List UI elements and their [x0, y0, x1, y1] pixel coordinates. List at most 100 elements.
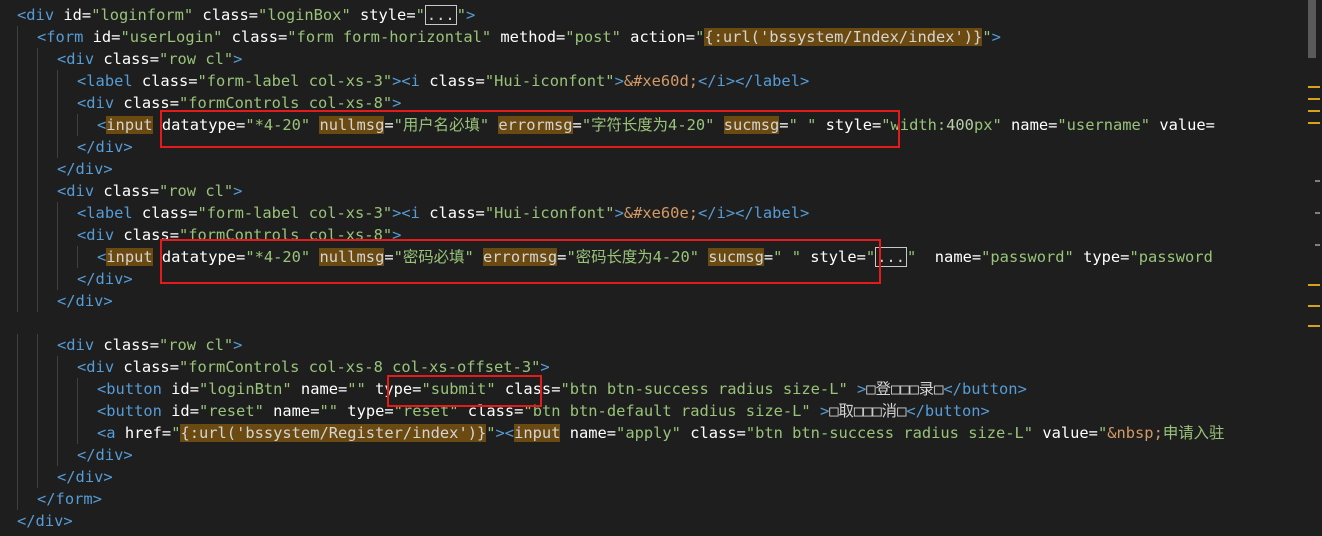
code-line[interactable]: </form> [0, 488, 1305, 510]
code-token: class [94, 336, 150, 354]
code-token: = [971, 248, 982, 266]
code-token: "*4-20" [245, 248, 311, 266]
code-token: = [871, 116, 882, 134]
code-token: name [291, 380, 338, 398]
code-line[interactable]: <div class="formControls col-xs-8 col-xs… [0, 356, 1305, 378]
code-line[interactable]: <label class="form-label col-xs-3"><i cl… [0, 70, 1305, 92]
code-line[interactable] [0, 312, 1305, 334]
code-token: "submit" [421, 380, 496, 398]
code-line[interactable]: <button id="reset" name="" type="reset" … [0, 400, 1305, 422]
code-line[interactable]: <form id="userLogin" class="form form-ho… [0, 26, 1305, 48]
code-token: action [620, 28, 686, 46]
code-line[interactable]: </div> [0, 158, 1305, 180]
code-line[interactable]: <a href="{:url('bssystem/Register/index'… [0, 422, 1305, 444]
code-line[interactable]: <button id="loginBtn" name="" type="subm… [0, 378, 1305, 400]
indent-guide [17, 268, 18, 290]
code-token: "row cl" [158, 50, 234, 68]
code-editor[interactable]: <div id="loginform" class="loginBox" sty… [0, 0, 1322, 536]
code-token: = [556, 28, 566, 46]
code-token: = [161, 424, 172, 442]
code-token: "width: [881, 116, 947, 134]
code-token: < [77, 358, 87, 376]
code-token: > [614, 204, 624, 222]
indent-guide [17, 422, 18, 444]
code-token: " [1097, 424, 1108, 442]
indent-guide [17, 378, 18, 400]
code-token: >< [392, 204, 411, 222]
code-token: div [95, 138, 124, 156]
code-token: = [149, 336, 159, 354]
overview-tick [1315, 180, 1320, 182]
code-token: type [338, 402, 385, 420]
indent-guide [37, 400, 38, 422]
code-line[interactable]: <div class="row cl"> [0, 48, 1305, 70]
code-line[interactable]: <input datatype="*4-20" nullmsg="用户名必填" … [0, 114, 1305, 136]
code-token: > [799, 72, 810, 90]
code-token: "userLogin" [120, 28, 223, 46]
code-token: class [114, 226, 170, 244]
scrollbar-thumb[interactable] [1308, 0, 1316, 58]
code-token: class [94, 182, 150, 200]
indent-guide [57, 400, 58, 422]
indent-guide [17, 48, 18, 70]
code-token: "formControls col-xs-8" [178, 226, 393, 244]
code-token: class [132, 72, 189, 90]
code-token: div [26, 6, 55, 24]
code-token: > [123, 446, 133, 464]
indent-guide [17, 290, 18, 312]
code-token: > [614, 72, 624, 90]
code-token: input [106, 248, 153, 266]
code-line[interactable]: <div id="loginform" class="loginBox" sty… [0, 4, 1305, 26]
code-token: = [736, 424, 746, 442]
indent-guide [37, 70, 38, 92]
code-line[interactable]: </div> [0, 510, 1305, 532]
code-token: "用户名必填" [393, 116, 490, 134]
indent-guide [57, 114, 58, 136]
code-token: style [350, 6, 407, 24]
code-token: </ [697, 204, 717, 222]
indent-guide [17, 202, 18, 224]
code-token: < [77, 226, 87, 244]
code-area[interactable]: <div id="loginform" class="loginBox" sty… [0, 4, 1305, 532]
code-token: "apply" [616, 424, 681, 442]
indent-guide [37, 290, 38, 312]
code-token: "loginBtn" [198, 380, 292, 398]
indent-guide [57, 92, 58, 114]
code-token: > [847, 380, 867, 398]
code-token: = [236, 116, 246, 134]
vertical-scrollbar[interactable] [1305, 0, 1322, 536]
code-token: < [97, 116, 107, 134]
code-token: 400 [946, 116, 974, 134]
indent-guide [17, 488, 18, 510]
code-token: < [97, 248, 107, 266]
code-token: > [991, 28, 1001, 46]
code-line[interactable]: <label class="form-label col-xs-3"><i cl… [0, 202, 1305, 224]
code-token: div [86, 94, 115, 112]
code-token: value [1150, 116, 1206, 134]
code-line[interactable]: <div class="formControls col-xs-8"> [0, 224, 1305, 246]
code-line[interactable]: <div class="formControls col-xs-8"> [0, 92, 1305, 114]
code-line[interactable]: <input datatype="*4-20" nullmsg="密码必填" e… [0, 246, 1305, 268]
code-token: 申请入驻 [1162, 424, 1225, 442]
code-token: = [236, 248, 246, 266]
code-token: < [37, 28, 47, 46]
code-token: > [103, 160, 113, 178]
code-token: " [695, 28, 705, 46]
code-line[interactable]: </div> [0, 268, 1305, 290]
code-token: button [961, 380, 1018, 398]
code-token: = [81, 6, 92, 24]
code-token: "form-label col-xs-3" [197, 72, 393, 90]
code-token: loginform [100, 6, 184, 24]
code-line[interactable]: </div> [0, 466, 1305, 488]
code-line[interactable]: </div> [0, 290, 1305, 312]
indent-guide [37, 92, 38, 114]
code-line[interactable]: </div> [0, 136, 1305, 158]
code-token: > [465, 6, 476, 24]
code-line[interactable]: <div class="row cl"> [0, 334, 1305, 356]
code-token: datatype [152, 116, 237, 134]
indent-guide [37, 246, 38, 268]
code-line[interactable]: </div> [0, 444, 1305, 466]
code-line[interactable]: <div class="row cl"> [0, 180, 1305, 202]
